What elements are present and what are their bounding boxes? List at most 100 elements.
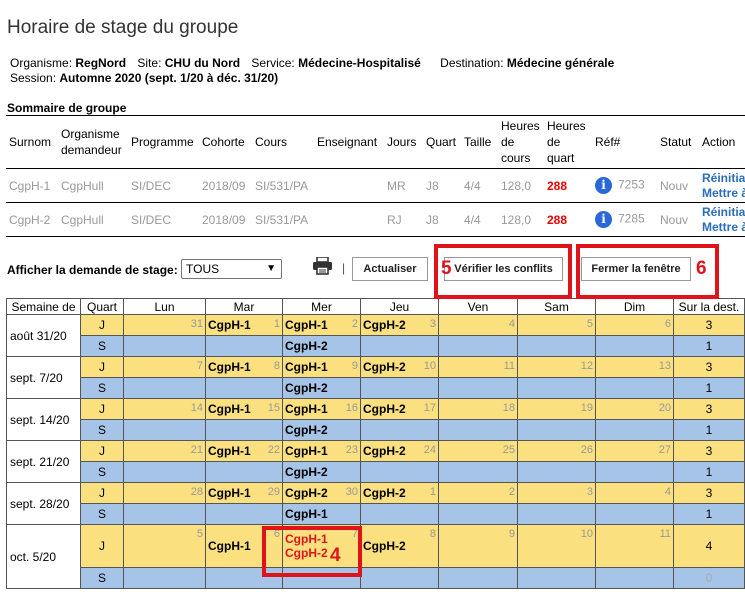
reinitialiser-link[interactable]: Réinitial	[702, 205, 745, 220]
day-cell-mer[interactable]: CgpH-2	[282, 335, 361, 357]
day-cell-mer[interactable]: CgpH-2 30	[282, 482, 361, 504]
day-cell-dim[interactable]: 6	[595, 314, 674, 336]
day-cell-mar[interactable]	[205, 503, 283, 525]
day-cell-lun[interactable]	[123, 461, 206, 483]
group-tag[interactable]: CgpH-2	[285, 423, 358, 437]
day-cell-ven[interactable]	[438, 377, 518, 399]
day-cell-dim[interactable]	[595, 419, 674, 441]
day-cell-lun[interactable]: 5	[123, 524, 206, 568]
day-cell-mar[interactable]	[205, 419, 283, 441]
day-cell-lun[interactable]: 21	[123, 440, 206, 462]
day-cell-ven[interactable]	[438, 419, 518, 441]
day-cell-mar[interactable]: CgpH-1 22	[205, 440, 283, 462]
day-cell-mer[interactable]: CgpH-1	[282, 503, 361, 525]
refresh-button[interactable]: Actualiser	[352, 257, 428, 281]
day-cell-mer[interactable]: CgpH-1 23	[282, 440, 361, 462]
group-tag[interactable]: CgpH-1	[285, 507, 358, 521]
day-cell-jeu[interactable]: CgpH-2 10	[360, 356, 439, 378]
day-cell-mer[interactable]: CgpH-1 16	[282, 398, 361, 420]
day-cell-jeu[interactable]	[360, 419, 439, 441]
day-cell-mer[interactable]: CgpH-1 2	[282, 314, 361, 336]
day-cell-lun[interactable]: 7	[123, 356, 206, 378]
info-icon[interactable]: i	[595, 211, 612, 228]
day-cell-ven[interactable]	[438, 567, 518, 589]
day-cell-sam[interactable]: 10	[517, 524, 596, 568]
day-cell-mar[interactable]: CgpH-1 29	[205, 482, 283, 504]
day-cell-sam[interactable]	[517, 335, 596, 357]
day-cell-sam[interactable]: 3	[517, 482, 596, 504]
group-tag[interactable]: CgpH-2	[363, 539, 436, 553]
day-cell-ven[interactable]: 11	[438, 356, 518, 378]
day-cell-lun[interactable]	[123, 567, 206, 589]
day-cell-mer[interactable]: CgpH-1 9	[282, 356, 361, 378]
day-cell-lun[interactable]	[123, 419, 206, 441]
day-cell-lun[interactable]	[123, 335, 206, 357]
day-cell-lun[interactable]: 31	[123, 314, 206, 336]
day-cell-ven[interactable]: 18	[438, 398, 518, 420]
day-cell-jeu[interactable]	[360, 377, 439, 399]
day-cell-jeu[interactable]: CgpH-2 17	[360, 398, 439, 420]
group-tag[interactable]: CgpH-1	[208, 360, 280, 374]
day-cell-dim[interactable]	[595, 335, 674, 357]
day-cell-sam[interactable]: 12	[517, 356, 596, 378]
day-cell-sam[interactable]	[517, 377, 596, 399]
day-cell-dim[interactable]	[595, 461, 674, 483]
day-cell-mar[interactable]: CgpH-1 1	[205, 314, 283, 336]
group-tag[interactable]: CgpH-1	[285, 318, 358, 332]
day-cell-mar[interactable]	[205, 335, 283, 357]
day-cell-jeu[interactable]: CgpH-2 24	[360, 440, 439, 462]
day-cell-sam[interactable]: 26	[517, 440, 596, 462]
day-cell-lun[interactable]	[123, 503, 206, 525]
day-cell-dim[interactable]: 4	[595, 482, 674, 504]
day-cell-mar[interactable]: CgpH-1 15	[205, 398, 283, 420]
day-cell-jeu[interactable]	[360, 503, 439, 525]
day-cell-mer[interactable]: CgpH-2	[282, 377, 361, 399]
day-cell-mar[interactable]	[205, 461, 283, 483]
group-tag[interactable]: CgpH-1	[285, 360, 358, 374]
day-cell-jeu[interactable]: CgpH-2 1	[360, 482, 439, 504]
day-cell-ven[interactable]: 9	[438, 524, 518, 568]
day-cell-sam[interactable]	[517, 461, 596, 483]
day-cell-mar[interactable]: CgpH-1 8	[205, 356, 283, 378]
group-tag[interactable]: CgpH-2	[363, 486, 436, 500]
day-cell-ven[interactable]	[438, 503, 518, 525]
day-cell-sam[interactable]: 5	[517, 314, 596, 336]
day-cell-dim[interactable]: 13	[595, 356, 674, 378]
day-cell-ven[interactable]	[438, 335, 518, 357]
day-cell-jeu[interactable]	[360, 335, 439, 357]
filter-select[interactable]: TOUS ▼	[181, 259, 282, 279]
day-cell-sam[interactable]	[517, 503, 596, 525]
day-cell-jeu[interactable]: CgpH-2 3	[360, 314, 439, 336]
day-cell-dim[interactable]: 27	[595, 440, 674, 462]
group-tag[interactable]: CgpH-1	[208, 318, 280, 332]
day-cell-jeu[interactable]	[360, 461, 439, 483]
day-cell-dim[interactable]	[595, 567, 674, 589]
day-cell-lun[interactable]	[123, 377, 206, 399]
print-icon[interactable]	[313, 257, 332, 275]
group-tag[interactable]: CgpH-2	[285, 465, 358, 479]
group-tag[interactable]: CgpH-2	[285, 339, 358, 353]
day-cell-jeu[interactable]: CgpH-2 8	[360, 524, 439, 568]
day-cell-dim[interactable]: 11	[595, 524, 674, 568]
day-cell-dim[interactable]	[595, 377, 674, 399]
day-cell-ven[interactable]: 4	[438, 314, 518, 336]
day-cell-mer[interactable]: CgpH-2	[282, 461, 361, 483]
day-cell-ven[interactable]	[438, 461, 518, 483]
day-cell-sam[interactable]	[517, 567, 596, 589]
mettre-a-jour-link[interactable]: Mettre à	[702, 186, 745, 201]
day-cell-ven[interactable]: 2	[438, 482, 518, 504]
day-cell-sam[interactable]	[517, 419, 596, 441]
day-cell-dim[interactable]	[595, 503, 674, 525]
day-cell-mer[interactable]: CgpH-2	[282, 419, 361, 441]
reinitialiser-link[interactable]: Réinitial	[702, 171, 745, 186]
day-cell-lun[interactable]: 14	[123, 398, 206, 420]
mettre-a-jour-link[interactable]: Mettre à	[702, 220, 745, 235]
info-icon[interactable]: i	[595, 177, 612, 194]
day-cell-jeu[interactable]	[360, 567, 439, 589]
day-cell-ven[interactable]: 25	[438, 440, 518, 462]
group-tag[interactable]: CgpH-2	[363, 318, 436, 332]
day-cell-dim[interactable]: 20	[595, 398, 674, 420]
day-cell-sam[interactable]: 19	[517, 398, 596, 420]
group-tag[interactable]: CgpH-2	[285, 381, 358, 395]
day-cell-mar[interactable]	[205, 377, 283, 399]
